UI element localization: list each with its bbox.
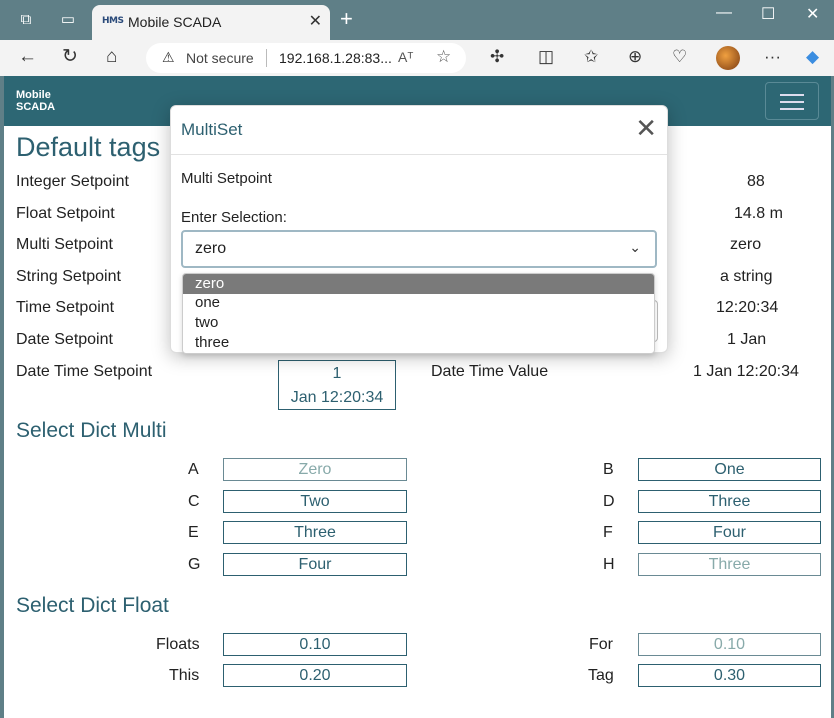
dict-select-field[interactable]: Three [223,521,407,544]
date-time-value-label: Date Time Value [431,363,549,380]
dict-label: E [188,524,199,541]
tag-value: 12:20:34 [716,299,779,316]
selected-value: zero [195,240,227,257]
dropdown-option[interactable]: two [183,313,654,333]
browser-essentials-icon[interactable]: ♡ [672,47,687,67]
select-dict-float-heading: Select Dict Float [16,594,169,617]
float-label: Tag [588,667,614,684]
minimize-icon[interactable]: — [716,4,732,22]
dict-select-field[interactable]: Four [223,553,407,576]
dict-select-field[interactable]: One [638,458,821,481]
float-select-field[interactable]: 0.20 [223,664,407,687]
tag-label: Integer Setpoint [16,173,129,190]
dropdown-option[interactable]: one [183,293,654,313]
date-time-field-line1: 1 [332,365,342,382]
default-tags-heading: Default tags [16,132,161,162]
date-time-field-line2: Jan 12:20:34 [290,389,384,406]
close-icon[interactable]: ✕ [635,114,657,142]
dropdown-options: zero one two three [182,273,655,354]
modal-header: MultiSet ✕ [171,106,667,155]
tag-value: 1 Jan 12:20:34 [693,363,799,380]
new-tab-icon[interactable]: + [340,8,353,30]
warning-icon[interactable]: ⚠ [162,49,175,66]
tag-label: Date Time Setpoint [16,363,153,380]
chevron-down-icon: ⌄ [629,239,641,255]
float-label: This [169,667,200,684]
float-select-field[interactable]: 0.30 [638,664,821,687]
read-aloud-icon[interactable]: Aᵀ [398,49,413,65]
float-label: Floats [156,636,200,653]
dict-select-field[interactable]: Two [223,490,407,513]
dict-select-field[interactable]: Three [638,553,821,576]
dict-label: C [188,493,200,510]
date-time-setpoint-field[interactable]: 1 Jan 12:20:34 [278,360,396,410]
home-icon[interactable]: ⌂ [106,46,117,68]
dict-label: B [603,461,614,478]
tab-actions-icon[interactable]: ▭ [58,10,78,30]
browser-toolbar: ← ↻ ⌂ ⚠ Not secure 192.168.1.28:83... Aᵀ… [0,40,834,76]
app-brand[interactable]: Mobile SCADA [16,89,55,113]
profile-avatar[interactable] [716,46,740,70]
dropdown-option[interactable]: zero [183,274,654,294]
window-close-icon[interactable]: ✕ [806,4,819,24]
dict-label: D [603,493,615,510]
split-screen-icon[interactable]: ◫ [538,47,554,67]
workspaces-icon[interactable]: ⧉ [16,10,36,30]
dropdown-option[interactable]: three [183,333,654,353]
favorite-star-icon[interactable]: ☆ [436,47,451,67]
float-select-field[interactable]: 0.10 [638,633,821,656]
dict-select-field[interactable]: Four [638,521,821,544]
collections-icon[interactable]: ⊕ [628,47,642,67]
site-favicon: HMS [102,16,124,26]
dict-select-field[interactable]: Zero [223,458,407,481]
more-icon[interactable]: ··· [764,47,781,67]
modal-title: MultiSet [181,120,243,139]
dict-label: A [188,461,199,478]
extensions-icon[interactable]: ✣ [490,47,504,67]
modal-subtitle: Multi Setpoint [181,170,272,187]
dict-select-field[interactable]: Three [638,490,821,513]
float-label: For [589,636,613,653]
float-select-field[interactable]: 0.10 [223,633,407,656]
tag-value: 1 Jan [727,331,767,348]
tag-value: 88 [747,173,765,190]
browser-tab[interactable]: HMS Mobile SCADA ✕ [92,5,330,40]
select-dict-multi-heading: Select Dict Multi [16,419,167,442]
address-separator [266,49,267,67]
tag-label: Time Setpoint [16,299,115,316]
security-status[interactable]: Not secure [186,50,254,66]
selection-dropdown[interactable]: zero ⌄ [181,230,657,268]
enter-selection-label: Enter Selection: [181,209,287,226]
dict-label: H [603,556,615,573]
tag-label: String Setpoint [16,268,121,285]
maximize-icon[interactable]: ☐ [761,4,775,24]
tag-label: Float Setpoint [16,205,115,222]
address-bar[interactable]: ⚠ Not secure 192.168.1.28:83... Aᵀ ☆ [146,43,466,73]
back-icon[interactable]: ← [18,46,37,68]
dict-label: G [188,556,201,573]
tag-label: Multi Setpoint [16,236,113,253]
tag-value: a string [720,268,773,285]
close-tab-icon[interactable]: ✕ [309,11,322,31]
tag-value: zero [730,236,762,253]
hamburger-menu-icon[interactable] [765,82,819,120]
browser-tab-bar: ⧉ ▭ HMS Mobile SCADA ✕ + — ☐ ✕ [0,0,834,40]
favorites-icon[interactable]: ✩ [584,47,598,67]
tab-title: Mobile SCADA [128,14,222,30]
copilot-icon[interactable]: ◆ [806,47,819,67]
dict-label: F [603,524,613,541]
tag-value: 14.8 m [734,205,783,222]
refresh-icon[interactable]: ↻ [62,46,78,68]
url-text[interactable]: 192.168.1.28:83... [279,50,392,66]
tag-label: Date Setpoint [16,331,113,348]
